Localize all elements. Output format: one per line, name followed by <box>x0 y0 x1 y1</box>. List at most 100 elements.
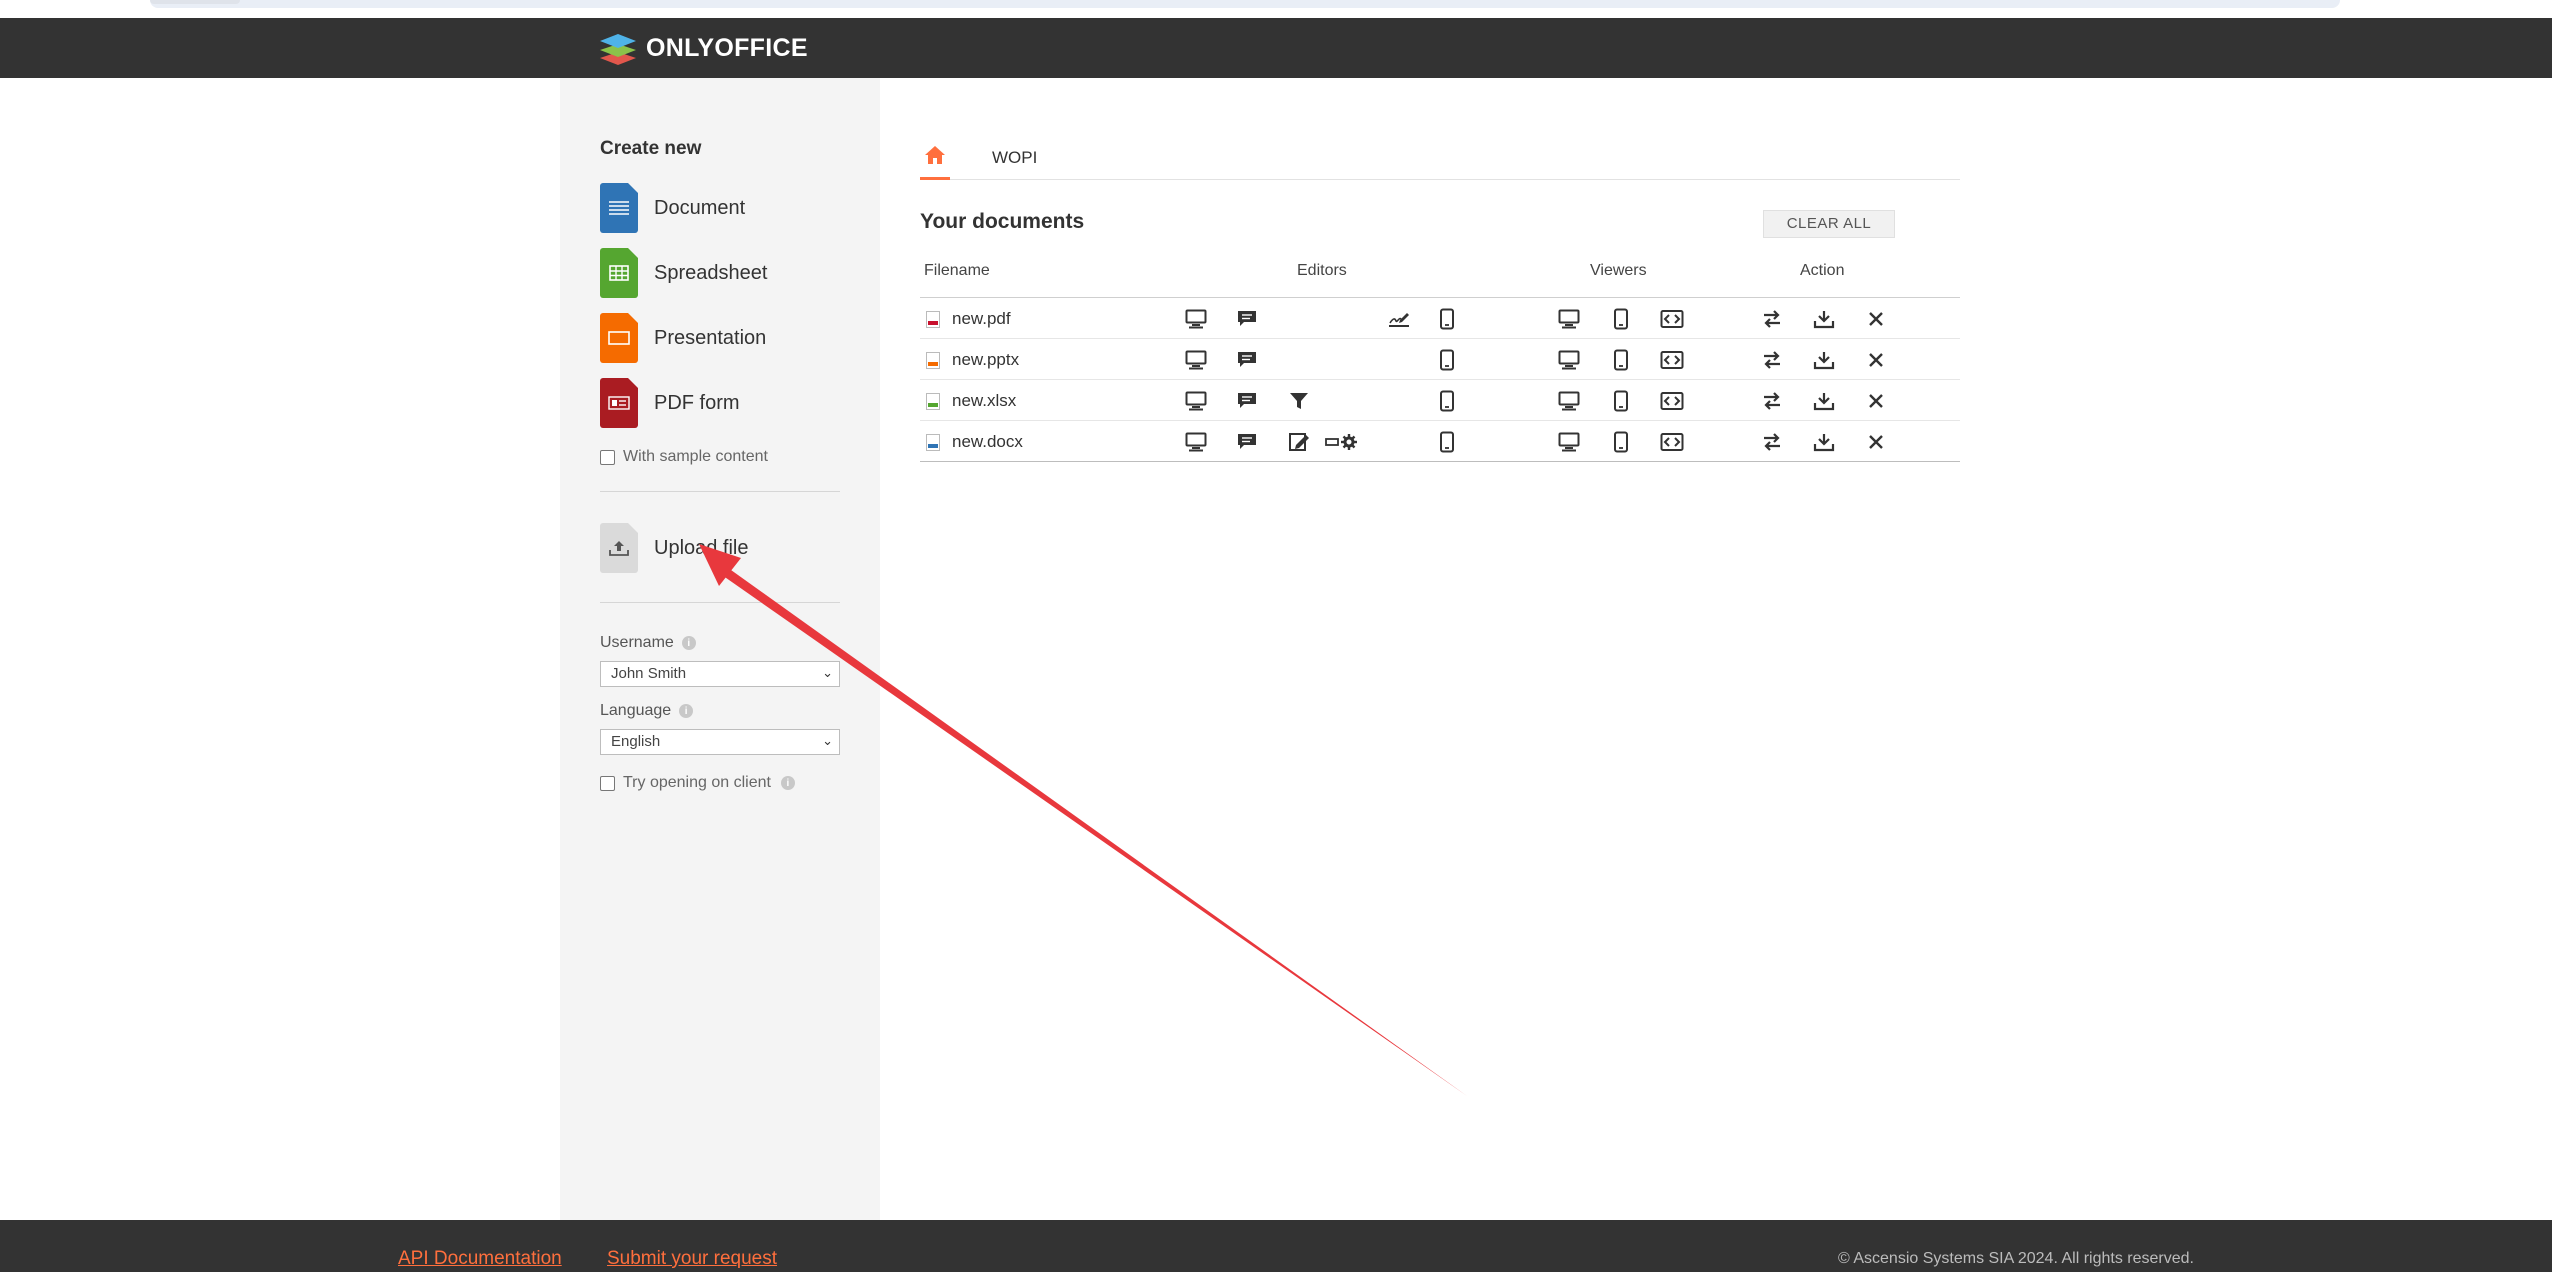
table-row: new.pptx <box>920 339 1960 380</box>
download-icon[interactable] <box>1812 349 1836 371</box>
embed-icon[interactable] <box>1660 431 1684 453</box>
upload-file-label: Upload file <box>654 536 749 559</box>
onlyoffice-logo-icon <box>600 34 636 65</box>
download-icon[interactable] <box>1812 390 1836 412</box>
mobile-icon[interactable] <box>1609 431 1633 453</box>
spreadsheet-icon <box>600 248 638 298</box>
desktop-icon[interactable] <box>1184 431 1208 453</box>
home-icon <box>925 146 945 164</box>
pdf-form-icon <box>600 378 638 428</box>
try-client-label: Try opening on client <box>623 774 771 791</box>
desktop-icon[interactable] <box>1557 431 1581 453</box>
convert-icon[interactable] <box>1760 431 1784 453</box>
comment-icon[interactable] <box>1235 349 1259 371</box>
column-filename: Filename <box>924 262 990 279</box>
username-value: John Smith <box>611 665 687 682</box>
mobile-icon[interactable] <box>1435 390 1459 412</box>
create-spreadsheet-button[interactable]: Spreadsheet <box>600 247 767 299</box>
table-row: new.pdf <box>920 298 1960 339</box>
tab-wopi[interactable]: WOPI <box>992 148 1037 168</box>
file-name: new.pptx <box>952 350 1020 369</box>
download-icon[interactable] <box>1812 431 1836 453</box>
comment-icon[interactable] <box>1235 431 1259 453</box>
mobile-icon[interactable] <box>1609 349 1633 371</box>
sample-content-label: With sample content <box>623 448 768 465</box>
custom-filter-icon[interactable] <box>1324 431 1360 453</box>
delete-icon[interactable] <box>1864 349 1888 371</box>
presentation-icon <box>600 313 638 363</box>
language-value: English <box>611 733 661 750</box>
info-icon[interactable]: i <box>780 776 795 790</box>
file-link[interactable]: new.pptx <box>926 350 1019 370</box>
sign-icon[interactable] <box>1387 308 1411 330</box>
api-documentation-link[interactable]: API Documentation <box>398 1248 562 1270</box>
desktop-icon[interactable] <box>1184 349 1208 371</box>
column-action: Action <box>1800 262 1845 279</box>
embed-icon[interactable] <box>1660 349 1684 371</box>
username-select[interactable]: John Smith ⌄ <box>600 661 840 687</box>
sample-content-toggle[interactable]: With sample content <box>600 448 768 466</box>
convert-icon[interactable] <box>1760 349 1784 371</box>
convert-icon[interactable] <box>1760 390 1784 412</box>
try-client-checkbox[interactable] <box>600 775 615 791</box>
create-document-label: Document <box>654 196 746 219</box>
mobile-icon[interactable] <box>1609 390 1633 412</box>
brand-name: ONLYOFFICE <box>646 33 808 62</box>
try-client-toggle[interactable]: Try opening on client i <box>600 774 795 792</box>
file-type-icon <box>926 310 940 328</box>
tab-home[interactable] <box>920 144 950 180</box>
embed-icon[interactable] <box>1660 308 1684 330</box>
sample-content-checkbox[interactable] <box>600 449 615 465</box>
browser-top-strip <box>0 0 2552 18</box>
sidebar: Create new Document Spreadsheet Presenta… <box>560 78 880 1220</box>
mobile-icon[interactable] <box>1609 308 1633 330</box>
convert-icon[interactable] <box>1760 308 1784 330</box>
create-spreadsheet-label: Spreadsheet <box>654 261 768 284</box>
desktop-icon[interactable] <box>1184 308 1208 330</box>
table-row: new.docx <box>920 421 1960 462</box>
file-link[interactable]: new.pdf <box>926 309 1011 329</box>
comment-icon[interactable] <box>1235 308 1259 330</box>
filter-icon[interactable] <box>1287 390 1311 412</box>
create-document-button[interactable]: Document <box>600 182 745 234</box>
review-icon[interactable] <box>1287 431 1311 453</box>
upload-icon <box>600 523 638 573</box>
desktop-icon[interactable] <box>1557 308 1581 330</box>
delete-icon[interactable] <box>1864 390 1888 412</box>
file-link[interactable]: new.xlsx <box>926 391 1016 411</box>
clear-all-button[interactable]: CLEAR ALL <box>1763 210 1895 238</box>
mobile-icon[interactable] <box>1435 349 1459 371</box>
tab-bar: WOPI <box>920 138 1960 180</box>
desktop-icon[interactable] <box>1184 390 1208 412</box>
info-icon[interactable]: i <box>679 704 694 718</box>
delete-icon[interactable] <box>1864 431 1888 453</box>
file-type-icon <box>926 433 940 451</box>
footer: API Documentation Submit your request © … <box>0 1220 2552 1272</box>
download-icon[interactable] <box>1812 308 1836 330</box>
mobile-icon[interactable] <box>1435 308 1459 330</box>
upload-file-button[interactable]: Upload file <box>600 522 749 574</box>
create-pdf-form-button[interactable]: PDF form <box>600 377 740 429</box>
info-icon[interactable]: i <box>681 636 696 650</box>
create-presentation-button[interactable]: Presentation <box>600 312 766 364</box>
submit-request-link[interactable]: Submit your request <box>607 1248 777 1270</box>
create-pdf-form-label: PDF form <box>654 391 740 414</box>
file-name: new.xlsx <box>952 391 1017 410</box>
file-type-icon <box>926 392 940 410</box>
onlyoffice-logo[interactable]: ONLYOFFICE <box>598 28 808 68</box>
delete-icon[interactable] <box>1864 308 1888 330</box>
chevron-down-icon: ⌄ <box>822 665 833 680</box>
embed-icon[interactable] <box>1660 390 1684 412</box>
file-type-icon <box>926 351 940 369</box>
comment-icon[interactable] <box>1235 390 1259 412</box>
mobile-icon[interactable] <box>1435 431 1459 453</box>
file-name: new.docx <box>952 432 1023 451</box>
language-label-row: Language i <box>600 702 694 720</box>
sidebar-divider <box>600 602 840 603</box>
desktop-icon[interactable] <box>1557 349 1581 371</box>
file-link[interactable]: new.docx <box>926 432 1023 452</box>
desktop-icon[interactable] <box>1557 390 1581 412</box>
column-viewers: Viewers <box>1590 262 1647 279</box>
language-select[interactable]: English ⌄ <box>600 729 840 755</box>
username-label: Username <box>600 634 674 651</box>
